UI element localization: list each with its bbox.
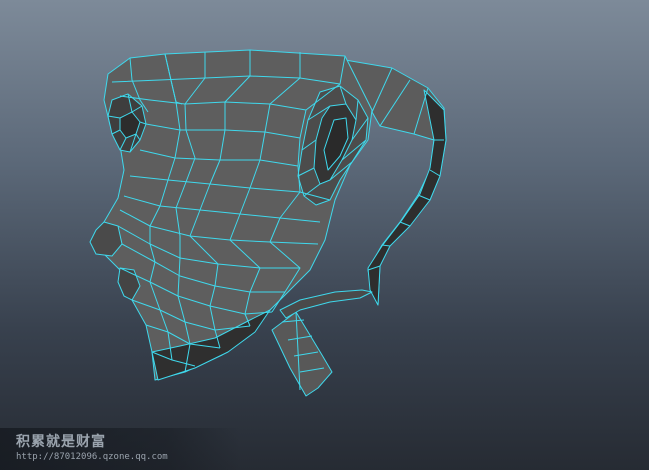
watermark-title: 积累就是财富 bbox=[16, 434, 106, 450]
watermark-url: http://87012096.qzone.qq.com bbox=[16, 452, 168, 462]
watermark: 积累就是财富 http://87012096.qzone.qq.com bbox=[0, 428, 240, 470]
head-wireframe-model[interactable] bbox=[0, 0, 649, 470]
neck-mesh bbox=[271, 311, 333, 397]
3d-viewport[interactable]: 积累就是财富 http://87012096.qzone.qq.com bbox=[0, 0, 649, 470]
collar-strip bbox=[279, 289, 373, 319]
